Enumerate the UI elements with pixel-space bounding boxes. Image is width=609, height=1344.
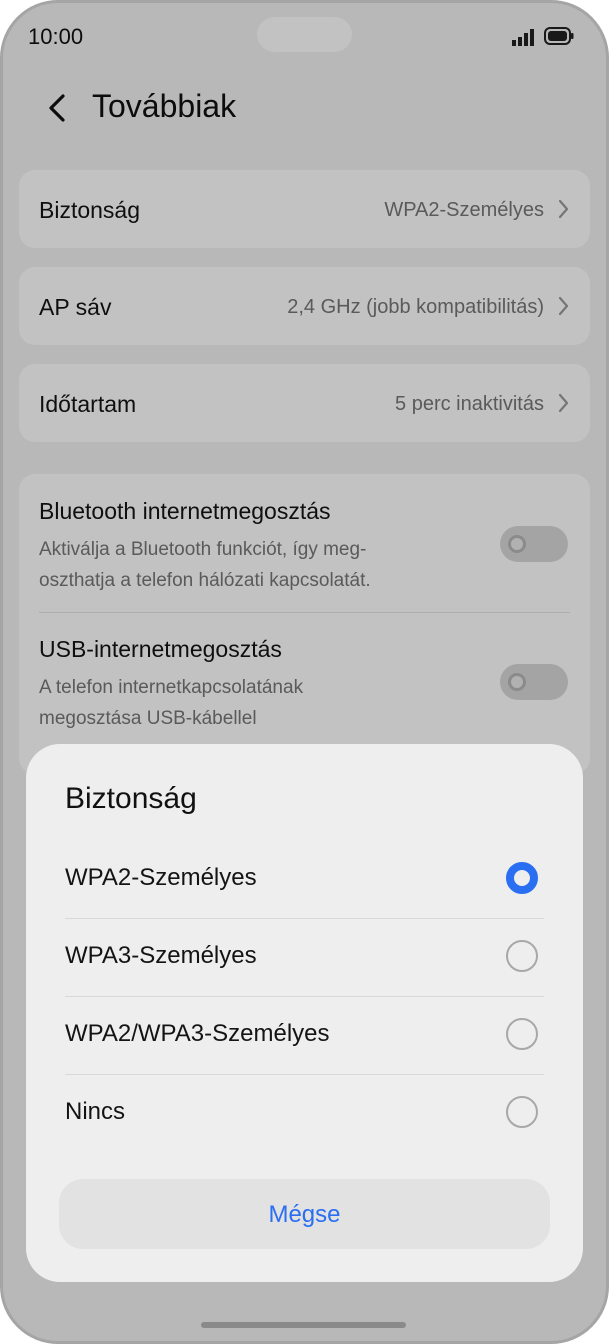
- option-label: WPA2/WPA3-Személyes: [65, 1020, 330, 1047]
- divider: [65, 918, 544, 919]
- divider: [65, 1074, 544, 1075]
- option-wpa2-wpa3-personal[interactable]: WPA2/WPA3-Személyes: [65, 998, 544, 1076]
- option-label: WPA2-Személyes: [65, 864, 257, 891]
- radio-selected-icon[interactable]: [506, 862, 538, 894]
- home-indicator[interactable]: [201, 1322, 406, 1328]
- option-wpa3-personal[interactable]: WPA3-Személyes: [65, 920, 544, 998]
- cancel-label: Mégse: [268, 1201, 341, 1228]
- option-wpa2-personal[interactable]: WPA2-Személyes: [65, 842, 544, 920]
- security-sheet: Biztonság WPA2-Személyes WPA3-Személyes …: [26, 744, 583, 1282]
- option-none[interactable]: Nincs: [65, 1076, 544, 1154]
- divider: [65, 996, 544, 997]
- radio-unselected-icon[interactable]: [506, 1018, 538, 1050]
- radio-unselected-icon[interactable]: [506, 940, 538, 972]
- option-label: WPA3-Személyes: [65, 942, 257, 969]
- radio-unselected-icon[interactable]: [506, 1096, 538, 1128]
- phone-screen: 10:00 Továbbiak Biztonság WPA2-Személyes…: [0, 0, 609, 1344]
- cancel-button[interactable]: Mégse: [59, 1179, 550, 1249]
- option-label: Nincs: [65, 1098, 126, 1125]
- sheet-title: Biztonság: [65, 782, 197, 815]
